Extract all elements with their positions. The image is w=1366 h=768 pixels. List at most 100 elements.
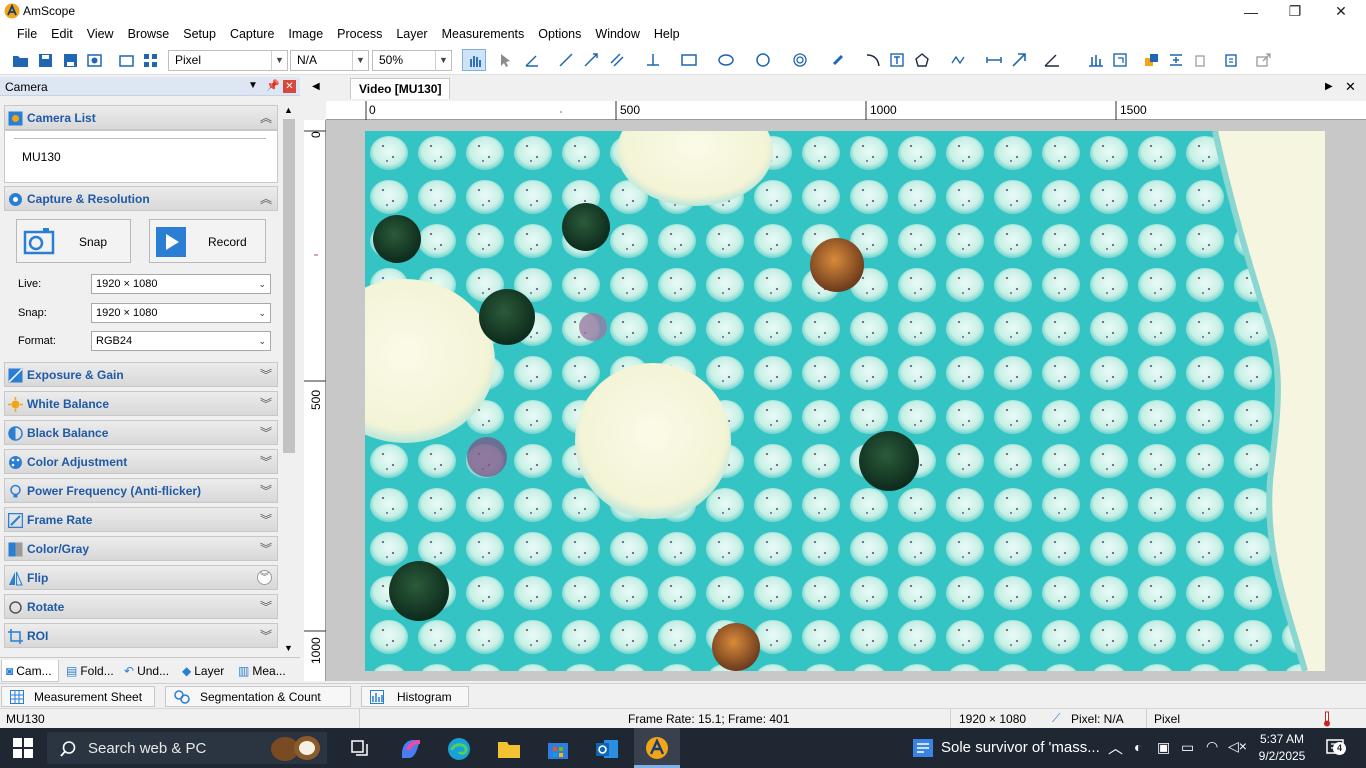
section-flip[interactable]: Flip ︾ [4, 565, 278, 590]
close-button[interactable]: ✕ [1318, 0, 1364, 23]
section-color-gray[interactable]: Color/Gray ︾ [4, 536, 278, 561]
line-tool-icon[interactable] [557, 51, 575, 69]
arrow-tool-icon[interactable] [1010, 51, 1028, 69]
section-black-balance[interactable]: Black Balance ︾ [4, 420, 278, 445]
menu-help[interactable]: Help [647, 23, 687, 45]
section-exposure-gain[interactable]: Exposure & Gain ︾ [4, 362, 278, 387]
tab-measurement-sheet[interactable]: Measurement Sheet [1, 686, 155, 707]
wifi-icon[interactable]: ◠ [1206, 738, 1218, 755]
expand-chevron-icon[interactable]: ︾ [260, 627, 272, 644]
tab-segmentation-count[interactable]: Segmentation & Count [165, 686, 351, 707]
panel-scrollbar[interactable]: ▲ ▼ [281, 105, 297, 656]
file-explorer-icon[interactable] [496, 736, 520, 760]
snap-button[interactable]: Snap [16, 219, 131, 263]
document-close-icon[interactable]: ✕ [1345, 79, 1356, 95]
tab-folders[interactable]: ▤ Fold... [62, 660, 120, 682]
text-tool-icon[interactable] [888, 51, 906, 69]
ellipse-tool-icon[interactable] [717, 51, 735, 69]
tab-measurements[interactable]: ▥ Mea... [234, 660, 298, 682]
expand-chevron-icon[interactable]: ︾ [260, 366, 272, 383]
menu-file[interactable]: File [10, 23, 44, 45]
collapse-chevron-icon[interactable]: ︽ [260, 109, 272, 126]
clock-time[interactable]: 5:37 AM [1258, 732, 1306, 746]
panel-close-icon[interactable]: ✕ [283, 80, 296, 93]
perpendicular-icon[interactable] [644, 51, 662, 69]
format-select[interactable]: RGB24 ⌄ [91, 331, 271, 351]
camera-privacy-icon[interactable]: ▣ [1157, 739, 1170, 756]
magnification-select[interactable]: N/A ▼ [290, 50, 369, 71]
section-power-frequency[interactable]: Power Frequency (Anti-flicker) ︾ [4, 478, 278, 503]
expand-chevron-icon[interactable]: ︾ [260, 540, 272, 557]
section-rotate[interactable]: Rotate ︾ [4, 594, 278, 619]
camera-list-item[interactable]: MU130 [22, 150, 61, 164]
curve-tool-icon[interactable] [864, 51, 882, 69]
menu-view[interactable]: View [80, 23, 121, 45]
hand-tool-icon[interactable] [462, 49, 486, 71]
edge-browser-icon[interactable] [446, 736, 470, 760]
menu-measurements[interactable]: Measurements [435, 23, 532, 45]
menu-image[interactable]: Image [281, 23, 330, 45]
snap-resolution-select[interactable]: 1920 × 1080 ⌄ [91, 303, 271, 323]
tab-scroll-left-icon[interactable]: ◀ [312, 81, 320, 92]
angle-tool-icon[interactable] [523, 51, 541, 69]
live-resolution-select[interactable]: 1920 × 1080 ⌄ [91, 274, 271, 294]
taskbar-search-box[interactable]: Search web & PC [47, 732, 327, 764]
menu-options[interactable]: Options [531, 23, 588, 45]
section-camera-list[interactable]: Camera List ︽ [4, 105, 278, 130]
polyline-tool-icon[interactable] [949, 51, 967, 69]
meet-now-icon[interactable]: ◐ [1134, 739, 1142, 755]
expand-chevron-icon[interactable]: ︾ [260, 424, 272, 441]
menu-layer[interactable]: Layer [389, 23, 434, 45]
select-arrow-icon[interactable] [497, 51, 515, 69]
unit-select[interactable]: Pixel ▼ [168, 50, 288, 71]
menu-edit[interactable]: Edit [44, 23, 80, 45]
tab-scroll-right-icon[interactable]: ▶ [1325, 81, 1333, 92]
maximize-button[interactable]: ❐ [1272, 0, 1318, 23]
expand-chevron-icon[interactable]: ︾ [257, 570, 272, 585]
clock-date[interactable]: 9/2/2025 [1256, 749, 1308, 763]
menu-browse[interactable]: Browse [121, 23, 177, 45]
amscope-taskbar-button[interactable] [634, 728, 680, 768]
outlook-icon[interactable] [594, 736, 618, 760]
collapse-chevron-icon[interactable]: ︽ [260, 190, 272, 207]
news-icon[interactable] [912, 738, 936, 762]
grid-view-icon[interactable] [141, 51, 159, 69]
expand-chevron-icon[interactable]: ︾ [260, 453, 272, 470]
scroll-up-icon[interactable]: ▲ [284, 105, 293, 115]
expand-chevron-icon[interactable]: ︾ [260, 482, 272, 499]
menu-window[interactable]: Window [588, 23, 646, 45]
tab-camera[interactable]: ◙ Cam... [1, 660, 59, 682]
camera-icon[interactable] [85, 51, 103, 69]
tab-histogram[interactable]: Histogram [361, 686, 469, 707]
record-button[interactable]: Record [149, 219, 266, 263]
arrow-line-icon[interactable] [582, 51, 600, 69]
grid-toggle-icon[interactable] [1111, 51, 1129, 69]
section-color-adjustment[interactable]: Color Adjustment ︾ [4, 449, 278, 474]
section-capture-resolution[interactable]: Capture & Resolution ︽ [4, 186, 278, 211]
panel-menu-chevron-icon[interactable]: ▼ [248, 80, 258, 91]
copilot-icon[interactable] [398, 736, 422, 760]
open-folder-icon[interactable] [11, 51, 29, 69]
menu-capture[interactable]: Capture [223, 23, 281, 45]
expand-chevron-icon[interactable]: ︾ [260, 598, 272, 615]
polygon-tool-icon[interactable] [913, 51, 931, 69]
section-roi[interactable]: ROI ︾ [4, 623, 278, 648]
concentric-circle-icon[interactable] [791, 51, 809, 69]
task-view-icon[interactable] [350, 738, 374, 762]
measure-align-icon[interactable] [1087, 51, 1105, 69]
microscope-live-image[interactable] [365, 131, 1325, 671]
parallel-lines-icon[interactable] [608, 51, 626, 69]
circle-tool-icon[interactable] [754, 51, 772, 69]
expand-chevron-icon[interactable]: ︾ [260, 511, 272, 528]
calibration-icon[interactable] [1043, 51, 1061, 69]
minimize-button[interactable]: — [1228, 0, 1274, 23]
delete-icon[interactable] [1191, 51, 1209, 69]
windows-start-icon[interactable] [13, 738, 37, 762]
zoom-select[interactable]: 50% ▼ [372, 50, 452, 71]
menu-process[interactable]: Process [330, 23, 389, 45]
menu-setup[interactable]: Setup [176, 23, 223, 45]
section-white-balance[interactable]: White Balance ︾ [4, 391, 278, 416]
notification-center-icon[interactable]: 4 [1326, 739, 1346, 760]
microsoft-store-icon[interactable] [545, 736, 569, 760]
export-icon[interactable] [1255, 51, 1273, 69]
